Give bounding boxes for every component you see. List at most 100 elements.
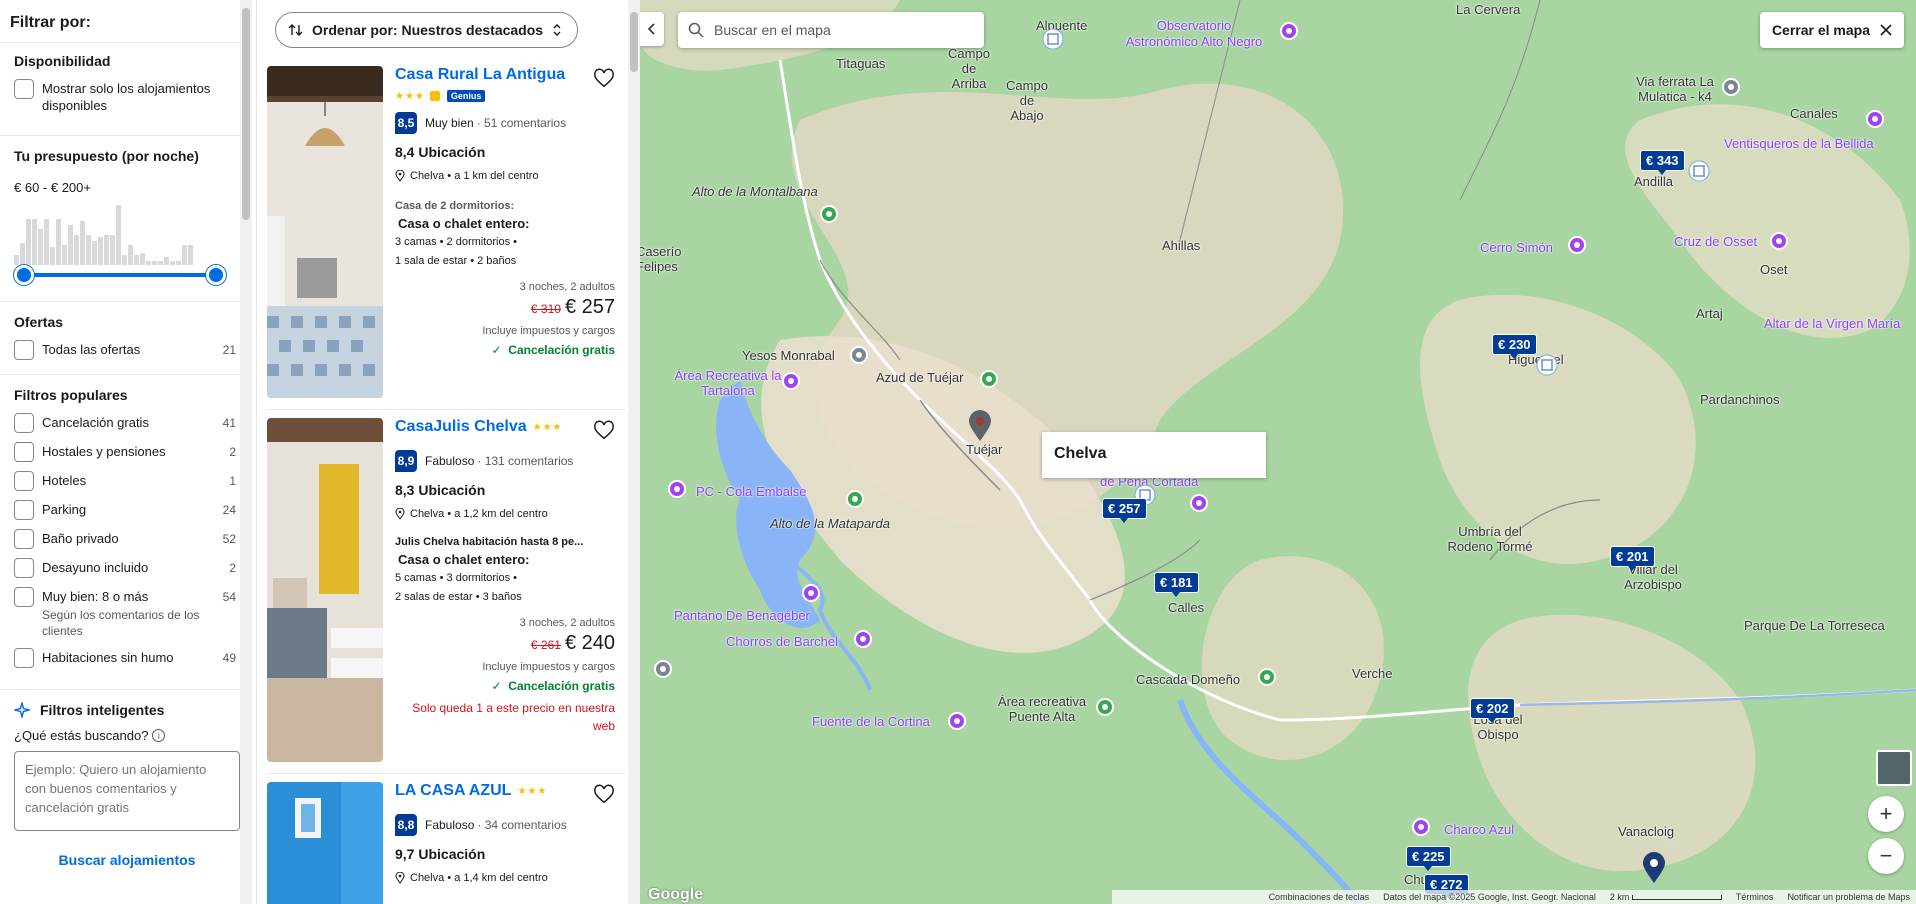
popular-filter-option[interactable]: Hostales y pensiones 2 bbox=[14, 442, 236, 462]
attraction-icon[interactable] bbox=[1770, 232, 1788, 250]
property-photo[interactable] bbox=[267, 782, 383, 904]
favorite-heart-icon[interactable] bbox=[593, 784, 615, 806]
price-marker[interactable]: € 257 bbox=[1102, 498, 1147, 523]
room-type: Casa de 2 dormitorios: bbox=[395, 200, 515, 212]
hotel-building-icon[interactable] bbox=[1042, 28, 1064, 54]
popular-filter-option[interactable]: Muy bien: 8 o más Según los comentarios d… bbox=[14, 587, 236, 639]
property-image bbox=[267, 418, 383, 762]
price-marker[interactable]: € 181 bbox=[1154, 572, 1199, 597]
filter-all-offers[interactable]: Todas las ofertas 21 bbox=[14, 340, 236, 360]
property-card[interactable]: CasaJulis Chelva ★★★ 8,9 Fabuloso · 131 … bbox=[267, 418, 625, 774]
attraction-icon[interactable] bbox=[1190, 494, 1208, 512]
results-scroll-thumb[interactable] bbox=[630, 12, 638, 72]
checkbox-box[interactable] bbox=[14, 442, 34, 462]
map-pin-icon[interactable] bbox=[1642, 852, 1666, 884]
price-marker[interactable]: € 202 bbox=[1470, 698, 1515, 723]
property-card[interactable]: LA CASA AZUL ★★★ 8,8 Fabuloso · 34 comen… bbox=[267, 782, 625, 904]
close-map-button[interactable]: Cerrar el mapa bbox=[1759, 12, 1904, 48]
filter-count: 52 bbox=[222, 532, 236, 546]
free-cancellation: ✓ Cancelación gratis bbox=[491, 343, 615, 357]
popular-filter-option[interactable]: Desayuno incluido 2 bbox=[14, 558, 236, 578]
checkbox-box[interactable] bbox=[14, 587, 34, 607]
hotel-building-icon[interactable] bbox=[1688, 160, 1710, 186]
results-scrollbar[interactable] bbox=[628, 0, 640, 904]
report-problem-link[interactable]: Notificar un problema de Maps bbox=[1787, 892, 1910, 902]
review-score: 8,8 bbox=[395, 814, 417, 836]
attraction-icon[interactable] bbox=[1412, 818, 1430, 836]
property-details: Casa Rural La Antigua ★★★ Genius 8,5 Muy… bbox=[395, 66, 625, 357]
hotel-building-icon[interactable] bbox=[1536, 354, 1558, 380]
property-photo[interactable] bbox=[267, 418, 383, 762]
attraction-icon[interactable] bbox=[802, 584, 820, 602]
popular-filter-option[interactable]: Parking 24 bbox=[14, 500, 236, 520]
terms-link[interactable]: Términos bbox=[1736, 892, 1774, 902]
favorite-heart-icon[interactable] bbox=[593, 68, 615, 90]
smart-search-input[interactable] bbox=[14, 751, 240, 831]
available-only-checkbox[interactable]: Mostrar solo los alojamientos disponible… bbox=[14, 79, 236, 114]
filters-scroll-thumb[interactable] bbox=[242, 8, 250, 220]
favorite-heart-icon[interactable] bbox=[593, 420, 615, 442]
filter-label-text: Cancelación gratis bbox=[42, 415, 149, 430]
attraction-icon[interactable] bbox=[854, 630, 872, 648]
keyboard-shortcuts-link[interactable]: Combinaciones de teclas bbox=[1269, 892, 1370, 902]
map-view[interactable]: Buscar en el mapa Cerrar el mapa Alpuent… bbox=[640, 0, 1916, 904]
zoom-out-button[interactable]: − bbox=[1868, 838, 1904, 874]
popular-filter-option[interactable]: Habitaciones sin humo 49 bbox=[14, 648, 236, 668]
slider-max-handle[interactable] bbox=[206, 265, 226, 285]
current-price: € 257 bbox=[564, 296, 615, 318]
property-name[interactable]: LA CASA AZUL ★★★ bbox=[395, 782, 625, 800]
popular-filter-option[interactable]: Hoteles 1 bbox=[14, 471, 236, 491]
place-icon[interactable] bbox=[654, 660, 672, 678]
popular-filter-option[interactable]: Baño privado 52 bbox=[14, 529, 236, 549]
property-name[interactable]: CasaJulis Chelva ★★★ bbox=[395, 418, 625, 436]
map-search-input[interactable]: Buscar en el mapa bbox=[678, 12, 984, 48]
checkbox-box[interactable] bbox=[14, 500, 34, 520]
price-marker[interactable]: € 225 bbox=[1406, 846, 1451, 871]
attraction-icon[interactable] bbox=[782, 372, 800, 390]
price-marker[interactable]: € 230 bbox=[1492, 334, 1537, 359]
attraction-icon[interactable] bbox=[668, 480, 686, 498]
place-icon[interactable] bbox=[850, 346, 868, 364]
attraction-icon[interactable] bbox=[1866, 110, 1884, 128]
attraction-icon[interactable] bbox=[948, 712, 966, 730]
filters-scrollbar[interactable] bbox=[240, 0, 252, 904]
checkbox-box[interactable] bbox=[14, 471, 34, 491]
checkbox-box[interactable] bbox=[14, 340, 34, 360]
attraction-icon[interactable] bbox=[1568, 236, 1586, 254]
map-layer-toggle[interactable] bbox=[1876, 750, 1912, 786]
collapse-list-button[interactable] bbox=[640, 12, 664, 46]
sort-button[interactable]: Ordenar por: Nuestros destacados bbox=[275, 12, 579, 48]
info-icon[interactable]: i bbox=[152, 729, 166, 742]
property-name[interactable]: Casa Rural La Antigua bbox=[395, 66, 625, 84]
smart-question: ¿Qué estás buscando? i bbox=[14, 728, 238, 743]
popular-filter-option[interactable]: Cancelación gratis 41 bbox=[14, 413, 236, 433]
room-type: Julis Chelva habitación hasta 8 pe... bbox=[395, 536, 584, 548]
slider-min-handle[interactable] bbox=[14, 265, 34, 285]
checkbox-box[interactable] bbox=[14, 79, 34, 99]
map-label: Campo de Arriba bbox=[948, 46, 990, 91]
zoom-in-button[interactable]: + bbox=[1868, 796, 1904, 832]
place-icon[interactable] bbox=[1722, 78, 1740, 96]
filter-count: 1 bbox=[229, 474, 236, 488]
park-icon[interactable] bbox=[1258, 668, 1276, 686]
budget-slider[interactable] bbox=[14, 265, 226, 285]
checkbox-box[interactable] bbox=[14, 413, 34, 433]
park-icon[interactable] bbox=[820, 205, 838, 223]
search-properties-button[interactable]: Buscar alojamientos bbox=[14, 852, 240, 868]
price-marker[interactable]: € 343 bbox=[1640, 150, 1685, 175]
property-photo[interactable] bbox=[267, 66, 383, 398]
availability-heading: Disponibilidad bbox=[14, 53, 111, 69]
checkbox-box[interactable] bbox=[14, 529, 34, 549]
property-card[interactable]: Casa Rural La Antigua ★★★ Genius 8,5 Muy… bbox=[267, 66, 625, 410]
price-marker[interactable]: € 201 bbox=[1610, 546, 1655, 571]
park-icon[interactable] bbox=[846, 490, 864, 508]
park-icon[interactable] bbox=[980, 370, 998, 388]
attraction-icon[interactable] bbox=[1280, 22, 1298, 40]
property-image bbox=[267, 782, 383, 904]
filters-sidebar: Filtrar por: Disponibilidad Mostrar solo… bbox=[0, 0, 252, 904]
checkbox-box[interactable] bbox=[14, 558, 34, 578]
park-icon[interactable] bbox=[1096, 698, 1114, 716]
map-pin-icon[interactable] bbox=[968, 410, 992, 442]
checkbox-box[interactable] bbox=[14, 648, 34, 668]
map-location-popup[interactable]: Chelva bbox=[1042, 432, 1266, 478]
